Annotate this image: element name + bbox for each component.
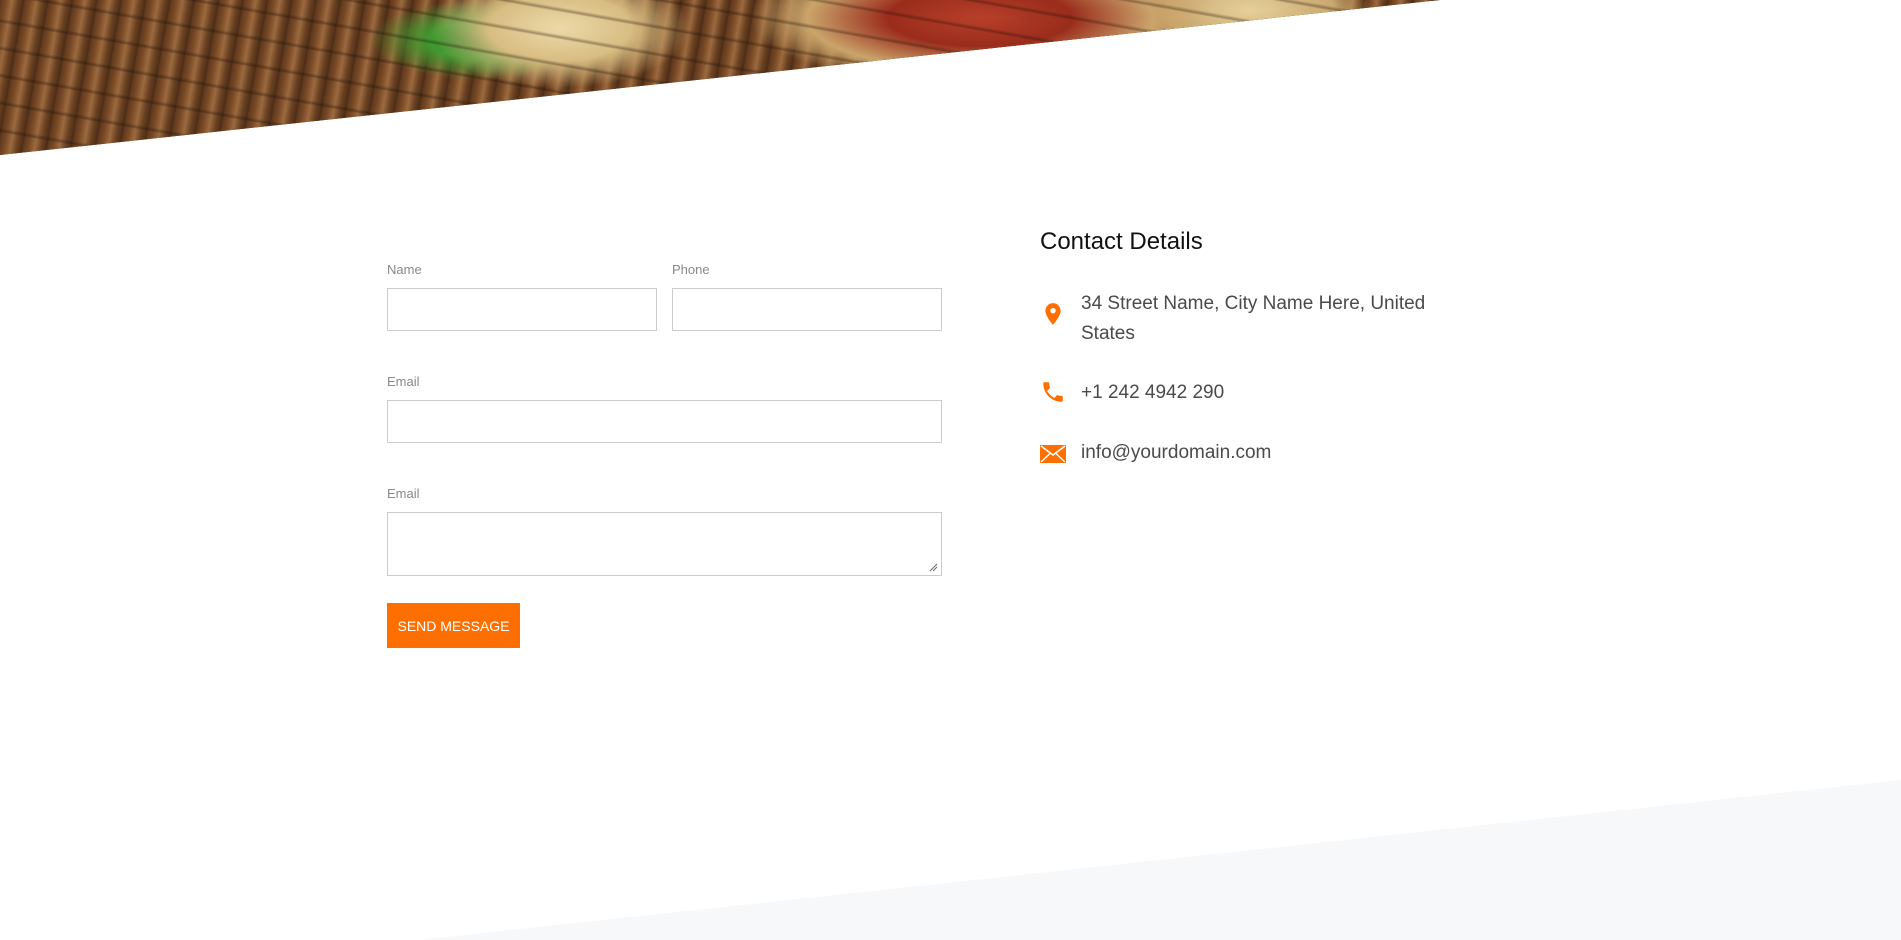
resize-grip-icon[interactable]	[928, 562, 938, 572]
phone-row: +1 242 4942 290	[1040, 378, 1440, 408]
phone-label: Phone	[672, 262, 710, 277]
email-row: info@yourdomain.com	[1040, 438, 1440, 468]
contact-page: Name Phone Email Email SEND MESSAGE Cont…	[0, 0, 1901, 940]
send-message-button[interactable]: SEND MESSAGE	[387, 603, 520, 648]
phone-text: +1 242 4942 290	[1081, 382, 1225, 403]
email-label: Email	[387, 374, 420, 389]
name-input[interactable]	[387, 288, 657, 331]
contact-details-title: Contact Details	[1040, 228, 1203, 255]
map-pin-icon	[1045, 303, 1061, 325]
email-text[interactable]: info@yourdomain.com	[1081, 438, 1441, 468]
hero-image	[0, 0, 1440, 155]
name-label: Name	[387, 262, 422, 277]
message-label: Email	[387, 486, 420, 501]
address-text: 34 Street Name, City Name Here, United S…	[1081, 293, 1426, 344]
envelope-icon	[1040, 445, 1066, 463]
phone-icon	[1043, 382, 1063, 402]
email-input[interactable]	[387, 400, 942, 443]
address-row: 34 Street Name, City Name Here, United S…	[1040, 289, 1440, 349]
footer-band	[418, 780, 1901, 940]
phone-input[interactable]	[672, 288, 942, 331]
message-wrapper	[387, 512, 942, 576]
message-textarea[interactable]	[387, 512, 942, 576]
